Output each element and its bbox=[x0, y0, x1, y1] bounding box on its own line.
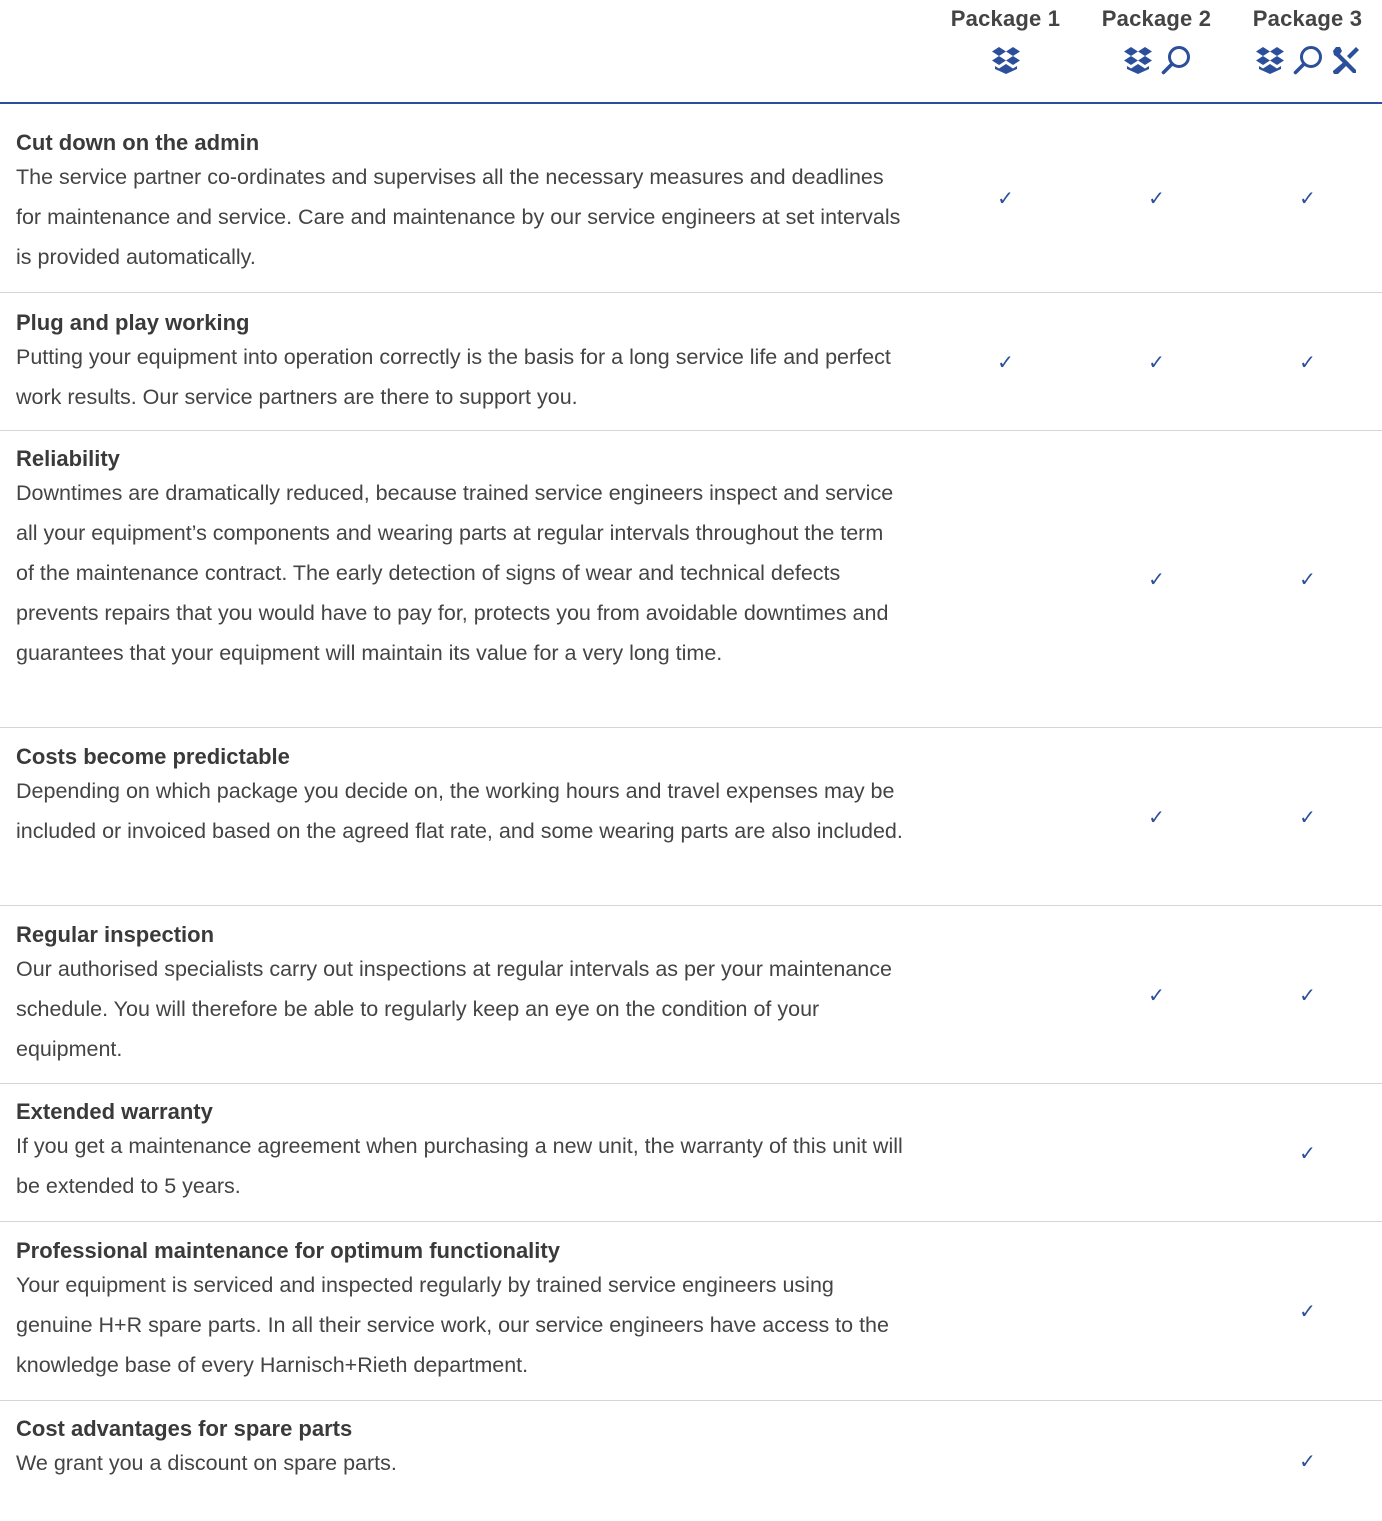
check-icon: ✓ bbox=[1299, 186, 1316, 210]
check-icon: ✓ bbox=[1299, 1140, 1316, 1165]
package-comparison-table: Package 1 Package 2 Package 3 Cut down o… bbox=[0, 0, 1382, 1521]
package-3-header: Package 3 bbox=[1232, 0, 1382, 76]
row-text: Cut down on the admin The service partne… bbox=[0, 129, 905, 277]
package-icons bbox=[1081, 44, 1232, 76]
package-title: Package 1 bbox=[950, 6, 1061, 31]
row-title: Costs become predictable bbox=[16, 744, 290, 769]
box-icon bbox=[1255, 47, 1284, 74]
magnifier-icon bbox=[1161, 46, 1190, 75]
row-description: Putting your equipment into operation co… bbox=[16, 345, 891, 409]
row-description: If you get a maintenance agreement when … bbox=[16, 1134, 903, 1198]
table-row: Regular inspection Our authorised specia… bbox=[0, 906, 1382, 1084]
row-title: Reliability bbox=[16, 446, 120, 471]
check-icon: ✓ bbox=[1299, 567, 1316, 591]
row-text: Reliability Downtimes are dramatically r… bbox=[0, 445, 905, 673]
package-icons bbox=[930, 44, 1081, 76]
row-description: Our authorised specialists carry out ins… bbox=[16, 957, 892, 1061]
check-icon: ✓ bbox=[1299, 982, 1316, 1007]
box-icon bbox=[991, 47, 1020, 74]
row-description: Depending on which package you decide on… bbox=[16, 779, 903, 843]
row-text: Regular inspection Our authorised specia… bbox=[0, 921, 905, 1069]
row-text: Costs become predictable Depending on wh… bbox=[0, 743, 905, 851]
package-icons bbox=[1232, 44, 1382, 76]
table-row: Extended warranty If you get a maintenan… bbox=[0, 1084, 1382, 1222]
row-text: Plug and play working Putting your equip… bbox=[0, 309, 905, 417]
check-icon: ✓ bbox=[997, 186, 1014, 210]
check-icon: ✓ bbox=[1299, 1299, 1316, 1323]
check-icon: ✓ bbox=[1148, 186, 1165, 210]
table-row: Costs become predictable Depending on wh… bbox=[0, 728, 1382, 906]
row-text: Extended warranty If you get a maintenan… bbox=[0, 1098, 905, 1206]
row-description: We grant you a discount on spare parts. bbox=[16, 1451, 397, 1475]
table-row: Plug and play working Putting your equip… bbox=[0, 293, 1382, 431]
row-title: Cost advantages for spare parts bbox=[16, 1416, 353, 1441]
package-2-header: Package 2 bbox=[1081, 0, 1232, 76]
row-title: Cut down on the admin bbox=[16, 130, 260, 155]
package-1-header: Package 1 bbox=[930, 0, 1081, 76]
row-title: Professional maintenance for optimum fun… bbox=[16, 1238, 560, 1263]
row-text: Professional maintenance for optimum fun… bbox=[0, 1237, 905, 1385]
table-header: Package 1 Package 2 Package 3 bbox=[0, 0, 1382, 104]
table-row: Professional maintenance for optimum fun… bbox=[0, 1222, 1382, 1401]
check-icon: ✓ bbox=[1148, 982, 1165, 1007]
row-description: Your equipment is serviced and inspected… bbox=[16, 1273, 889, 1377]
tools-icon bbox=[1332, 47, 1359, 74]
check-icon: ✓ bbox=[1148, 349, 1165, 374]
box-icon bbox=[1123, 47, 1152, 74]
table-row: Cut down on the admin The service partne… bbox=[0, 104, 1382, 293]
check-icon: ✓ bbox=[1148, 804, 1165, 829]
check-icon: ✓ bbox=[1299, 1449, 1316, 1473]
check-icon: ✓ bbox=[997, 349, 1014, 374]
table-row: Cost advantages for spare parts We grant… bbox=[0, 1401, 1382, 1521]
check-icon: ✓ bbox=[1148, 567, 1165, 591]
row-description: Downtimes are dramatically reduced, beca… bbox=[16, 481, 894, 665]
package-title: Package 3 bbox=[1252, 6, 1363, 31]
row-title: Regular inspection bbox=[16, 922, 215, 947]
row-title: Extended warranty bbox=[16, 1099, 213, 1124]
row-description: The service partner co-ordinates and sup… bbox=[16, 165, 901, 269]
package-title: Package 2 bbox=[1101, 6, 1212, 31]
row-title: Plug and play working bbox=[16, 310, 250, 335]
row-text: Cost advantages for spare parts We grant… bbox=[0, 1415, 905, 1483]
check-icon: ✓ bbox=[1299, 804, 1316, 829]
magnifier-icon bbox=[1293, 46, 1322, 75]
table-row: Reliability Downtimes are dramatically r… bbox=[0, 431, 1382, 728]
check-icon: ✓ bbox=[1299, 349, 1316, 374]
